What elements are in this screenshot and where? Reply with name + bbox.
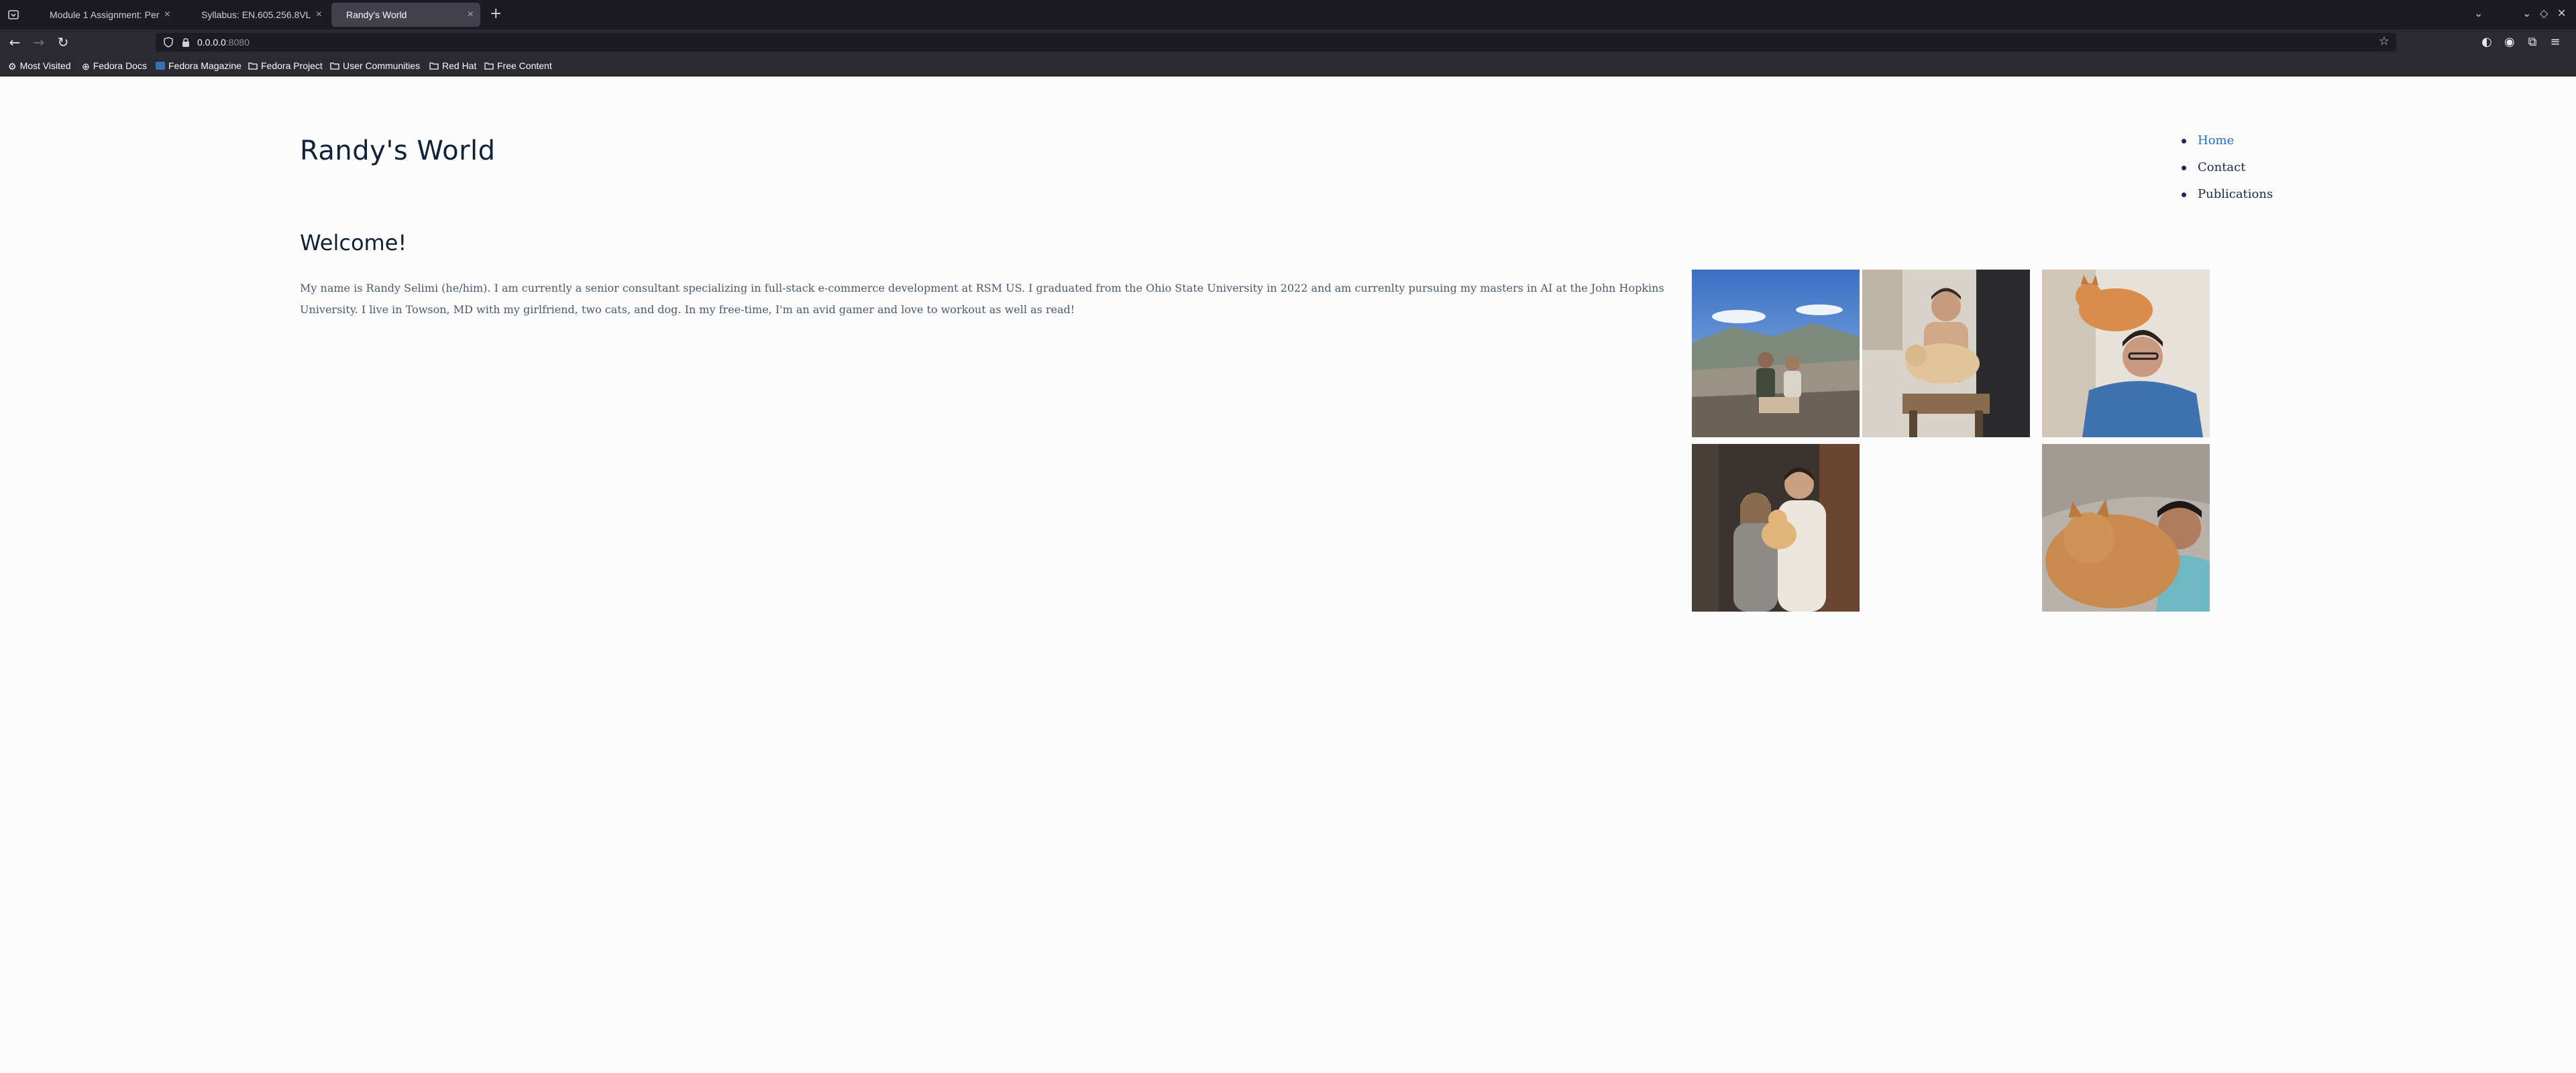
site-nav: Home Contact Publications (2182, 129, 2273, 209)
bookmark-user-communities[interactable]: User Communities (330, 55, 420, 76)
welcome-heading: Welcome! (300, 230, 407, 256)
tab-label: Randy's World (346, 9, 407, 20)
photo-man-with-cat (2042, 270, 2210, 437)
folder-icon (484, 62, 494, 70)
site-title: Randy's World (300, 135, 496, 166)
back-icon[interactable]: ← (7, 34, 23, 50)
extensions-icon[interactable]: ⧉ (2525, 35, 2540, 50)
navigation-toolbar: ← → ↻ 0.0.0.0:8080 ☆ ◐ ◉ ⧉ ≡ (0, 30, 2576, 55)
folder-icon (429, 62, 439, 70)
maximize-icon[interactable]: ◇ (2540, 7, 2548, 19)
photo-man-with-dog (1862, 270, 2030, 437)
url-bar[interactable]: 0.0.0.0:8080 ☆ (156, 33, 2396, 52)
lock-icon[interactable] (180, 36, 192, 48)
menu-icon[interactable]: ≡ (2548, 35, 2563, 50)
close-tab-icon[interactable]: × (316, 3, 322, 27)
tab-label: Module 1 Assignment: Per (50, 9, 160, 20)
pocket-icon[interactable]: ◐ (2479, 35, 2494, 50)
bookmark-star-icon[interactable]: ☆ (2379, 34, 2390, 48)
gear-icon: ⚙ (8, 61, 17, 72)
nav-link-contact[interactable]: Contact (2182, 156, 2273, 182)
photo-couple-with-puppy (1692, 444, 1860, 612)
photo-mountain-couple (1692, 270, 1860, 437)
shield-icon[interactable] (162, 36, 174, 48)
bookmark-fedora-docs[interactable]: ⊕ Fedora Docs (82, 55, 147, 76)
nav-link-publications[interactable]: Publications (2182, 182, 2273, 209)
forward-icon[interactable]: → (31, 34, 47, 50)
tab-list-icon[interactable] (7, 8, 20, 21)
bookmarks-toolbar: ⚙ Most Visited ⊕ Fedora Docs Fedora Magazi… (0, 55, 2576, 76)
account-icon[interactable]: ◉ (2502, 35, 2517, 50)
bookmark-fedora-magazine[interactable]: Fedora Magazine (156, 55, 241, 76)
folder-icon (248, 62, 258, 70)
fedora-logo-icon (156, 62, 165, 70)
close-window-icon[interactable]: ✕ (2557, 7, 2566, 19)
close-tab-icon[interactable]: × (164, 3, 170, 27)
nav-link-home[interactable]: Home (2182, 129, 2273, 156)
photo-man-with-cat-sofa (2042, 444, 2210, 612)
browser-tab[interactable]: Module 1 Assignment: Per × (35, 3, 177, 27)
bookmark-most-visited[interactable]: ⚙ Most Visited (8, 55, 71, 76)
url-text[interactable]: 0.0.0.0:8080 (197, 33, 250, 52)
intro-paragraph: My name is Randy Selimi (he/him). I am c… (300, 282, 1664, 316)
globe-icon: ⊕ (82, 61, 90, 72)
bookmark-free-content[interactable]: Free Content (484, 55, 552, 76)
close-tab-icon[interactable]: × (468, 3, 474, 27)
tab-bar: Module 1 Assignment: Per × Syllabus: EN.… (0, 0, 2576, 30)
minimize-icon[interactable]: ⌄ (2522, 7, 2531, 19)
new-tab-icon[interactable]: + (490, 5, 502, 22)
bookmark-fedora-project[interactable]: Fedora Project (248, 55, 323, 76)
bookmark-red-hat[interactable]: Red Hat (429, 55, 476, 76)
browser-tab[interactable]: Syllabus: EN.605.256.8VL × (186, 3, 329, 27)
reload-icon[interactable]: ↻ (55, 34, 71, 50)
list-all-tabs-icon[interactable]: ⌄ (2474, 7, 2483, 19)
folder-icon (330, 62, 339, 70)
tab-label: Syllabus: EN.605.256.8VL (201, 9, 311, 20)
browser-tab-active[interactable]: Randy's World × (331, 3, 480, 27)
